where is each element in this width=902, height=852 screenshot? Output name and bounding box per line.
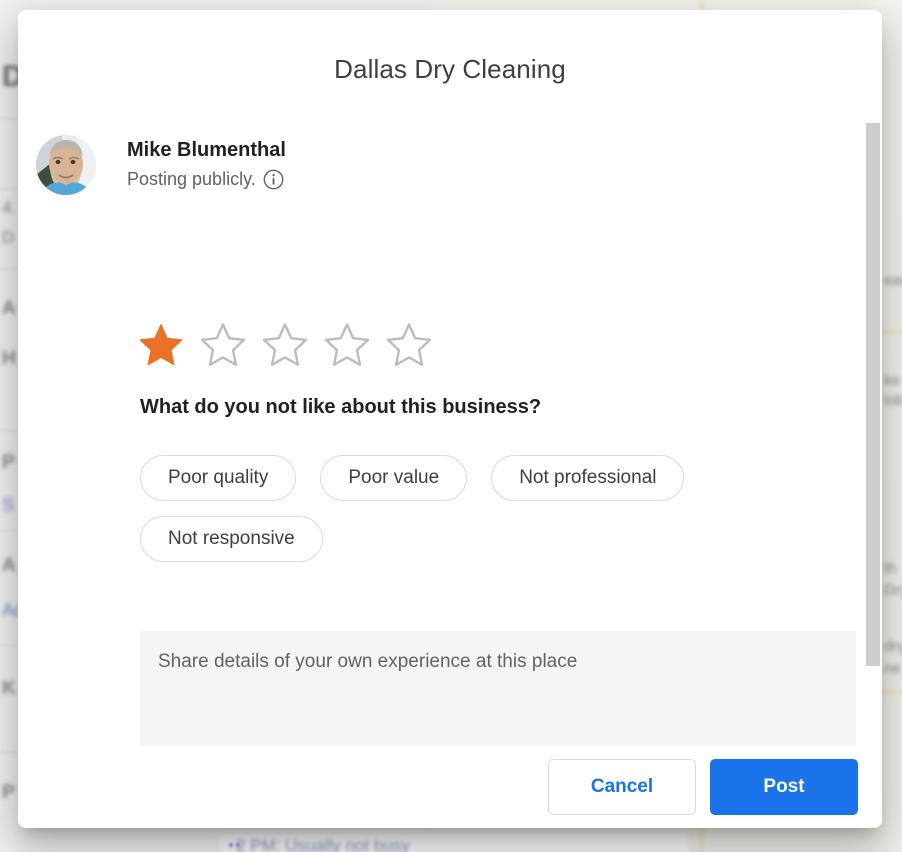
background-text-fragment: K (2, 678, 16, 699)
info-circle-icon[interactable] (263, 169, 284, 190)
dialog-footer: Cancel Post (18, 746, 882, 828)
background-text-fragment: A (2, 298, 16, 319)
star-icon-3[interactable] (260, 320, 310, 370)
modal-scrollbar-track[interactable] (865, 106, 882, 746)
background-text-fragment: dry (884, 638, 902, 655)
star-icon-1[interactable] (136, 320, 186, 370)
background-text-fragment: A (2, 555, 16, 576)
star-icon-2[interactable] (198, 320, 248, 370)
dialog-scroll-area: Mike Blumenthal Posting publicly. What d… (18, 106, 882, 746)
star-icon-4[interactable] (322, 320, 372, 370)
chip-not-responsive[interactable]: Not responsive (140, 516, 323, 562)
chip-not-professional[interactable]: Not professional (491, 455, 685, 501)
post-button[interactable]: Post (710, 759, 858, 815)
reviewer-block: Mike Blumenthal Posting publicly. (36, 135, 286, 195)
background-text-fragment: D (2, 228, 15, 247)
rating-stars[interactable] (136, 320, 434, 370)
background-text-fragment: H (2, 348, 16, 369)
background-text-fragment: ke (884, 372, 900, 389)
chip-poor-quality[interactable]: Poor quality (140, 455, 297, 501)
posting-visibility-label: Posting publicly. (127, 169, 256, 189)
dialog-title: Dallas Dry Cleaning (334, 54, 566, 84)
review-dialog: Dallas Dry Cleaning Mike Blumenthal Post… (18, 10, 882, 828)
rating-prompt: What do you not like about this business… (140, 396, 542, 418)
page-root: D4.DAHPSAAdKP eankelobthDrydryne 2 PM: U… (0, 0, 902, 852)
modal-scrollbar-thumb[interactable] (866, 123, 880, 666)
review-text-input[interactable] (140, 631, 856, 746)
cancel-button[interactable]: Cancel (548, 759, 696, 815)
reviewer-name: Mike Blumenthal (127, 139, 286, 161)
background-text-fragment: th (884, 560, 897, 577)
background-text-fragment: lob (884, 392, 902, 409)
background-busy-label: 2 PM: Usually not busy (236, 836, 410, 852)
background-text-fragment: Dry (884, 582, 902, 599)
star-icon-5[interactable] (384, 320, 434, 370)
avatar (36, 135, 96, 195)
background-text-fragment: P (2, 452, 15, 473)
chip-poor-value[interactable]: Poor value (320, 455, 468, 501)
background-text-fragment: P (2, 782, 15, 803)
attribute-chip-group[interactable]: Poor quality Poor value Not professional No… (140, 455, 840, 562)
background-text-fragment: 4. (2, 198, 17, 217)
posting-visibility-row: Posting publicly. (127, 168, 286, 190)
background-text-fragment: ean (884, 272, 902, 289)
reviewer-meta: Mike Blumenthal Posting publicly. (127, 135, 286, 190)
background-text-fragment: S (2, 495, 15, 515)
background-text-fragment: ne (884, 660, 901, 677)
